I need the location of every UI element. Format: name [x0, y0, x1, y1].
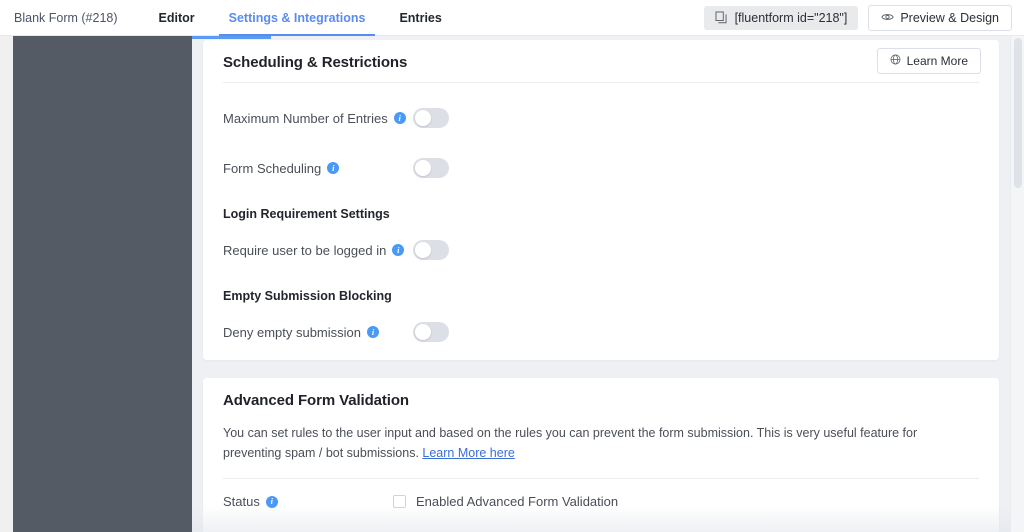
preview-design-label: Preview & Design: [900, 10, 999, 25]
setting-row-max-entries: Maximum Number of Entries i: [223, 93, 979, 143]
enable-validation-checkbox-wrap[interactable]: Enabled Advanced Form Validation: [393, 494, 618, 509]
enable-validation-checkbox[interactable]: [393, 495, 406, 508]
scheduling-panel-header: Scheduling & Restrictions Learn More: [203, 40, 999, 83]
enable-validation-checkbox-label: Enabled Advanced Form Validation: [416, 494, 619, 509]
shortcode-text: [fluentform id="218"]: [734, 10, 848, 25]
scrollbar-thumb[interactable]: [1014, 38, 1022, 188]
login-requirement-section-title: Login Requirement Settings: [223, 207, 390, 221]
scheduling-panel-divider: [223, 82, 979, 83]
eye-icon: [881, 11, 895, 25]
form-scheduling-label-group: Form Scheduling i: [223, 161, 413, 176]
deny-empty-label-group: Deny empty submission i: [223, 325, 413, 340]
info-icon[interactable]: i: [393, 112, 406, 124]
form-title: Blank Form (#218): [14, 10, 118, 25]
info-icon[interactable]: i: [392, 244, 405, 256]
tab-entries[interactable]: Entries: [382, 0, 458, 36]
empty-submission-section-title: Empty Submission Blocking: [223, 289, 392, 303]
info-icon[interactable]: i: [327, 162, 340, 174]
tab-settings-integrations-label: Settings & Integrations: [228, 10, 366, 25]
learn-more-label: Learn More: [906, 54, 968, 68]
settings-content: Scheduling & Restrictions Learn More Max…: [192, 36, 1024, 532]
content-scrollbar[interactable]: [1010, 36, 1024, 532]
require-login-label: Require user to be logged in: [223, 242, 387, 258]
page-body: Scheduling & Restrictions Learn More Max…: [0, 36, 1024, 532]
copy-pages-icon: [715, 11, 728, 24]
require-login-label-group: Require user to be logged in i: [223, 243, 413, 258]
max-entries-label: Maximum Number of Entries: [223, 110, 388, 126]
learn-more-here-link[interactable]: Learn More here: [422, 446, 514, 460]
shortcode-badge[interactable]: [fluentform id="218"]: [703, 5, 859, 30]
scheduling-panel-title: Scheduling & Restrictions: [223, 54, 408, 71]
learn-more-button[interactable]: Learn More: [876, 48, 981, 74]
topbar-actions: [fluentform id="218"] Preview & Design: [703, 4, 1024, 31]
info-icon[interactable]: i: [265, 495, 278, 508]
require-login-toggle[interactable]: [413, 240, 449, 260]
status-label-group: Status i: [223, 494, 393, 509]
top-bar: Blank Form (#218) Editor Settings & Inte…: [0, 0, 1024, 36]
scheduling-restrictions-panel: Scheduling & Restrictions Learn More Max…: [203, 40, 999, 360]
preview-design-button[interactable]: Preview & Design: [868, 4, 1012, 31]
setting-row-form-scheduling: Form Scheduling i: [223, 143, 979, 193]
settings-sidebar[interactable]: [13, 36, 192, 532]
form-scheduling-label: Form Scheduling: [223, 160, 322, 176]
globe-icon: [890, 54, 901, 68]
validation-panel-title: Advanced Form Validation: [223, 392, 409, 409]
setting-row-deny-empty-submission: Deny empty submission i: [223, 307, 979, 357]
loading-progress-bar: [192, 36, 1024, 39]
tab-entries-label: Entries: [399, 10, 442, 25]
max-entries-toggle[interactable]: [413, 108, 449, 128]
form-scheduling-toggle[interactable]: [413, 158, 449, 178]
tab-settings-integrations[interactable]: Settings & Integrations: [212, 0, 383, 36]
scheduling-panel-body: Maximum Number of Entries i Form Schedul…: [203, 83, 999, 357]
validation-panel-header: Advanced Form Validation: [203, 378, 999, 421]
info-icon[interactable]: i: [367, 326, 379, 338]
page-gutter: [0, 36, 13, 532]
max-entries-label-group: Maximum Number of Entries i: [223, 111, 413, 126]
tab-editor[interactable]: Editor: [142, 0, 212, 36]
loading-progress-fill: [192, 36, 272, 39]
validation-description: You can set rules to the user input and …: [203, 421, 963, 464]
validation-status-row: Status i Enabled Advanced Form Validatio…: [203, 479, 999, 525]
main-tabs: Editor Settings & Integrations Entries: [142, 0, 459, 36]
validation-description-text: You can set rules to the user input and …: [223, 426, 918, 461]
deny-empty-toggle[interactable]: [413, 322, 449, 342]
setting-row-require-login: Require user to be logged in i: [223, 225, 979, 275]
status-label: Status: [223, 494, 260, 509]
tab-editor-label: Editor: [158, 10, 195, 25]
advanced-form-validation-panel: Advanced Form Validation You can set rul…: [203, 378, 999, 532]
deny-empty-label: Deny empty submission: [223, 324, 361, 340]
